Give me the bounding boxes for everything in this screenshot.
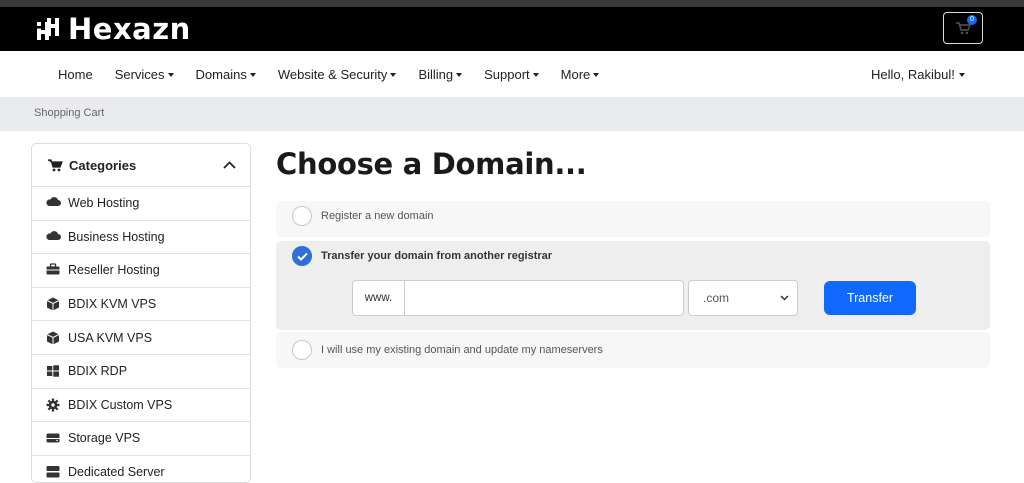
page-title: Choose a Domain...: [276, 147, 587, 181]
cog-icon: [46, 398, 60, 412]
sidebar-item-label: Web Hosting: [68, 196, 140, 211]
sidebar-item-label: USA KVM VPS: [68, 330, 153, 345]
sidebar-item-label: Reseller Hosting: [68, 263, 160, 278]
nav-item-label: Website & Security: [277, 66, 388, 82]
sidebar-item-label: Business Hosting: [68, 229, 165, 244]
chevron-down-icon: [593, 72, 600, 77]
nav-item-label: Support: [484, 66, 530, 82]
briefcase-icon: [46, 263, 60, 275]
nav-items: Home Services Domains Website & Security Bil…: [58, 51, 600, 97]
option-transfer-row[interactable]: Transfer your domain from another regist…: [276, 241, 990, 271]
nav-item-label: Domains: [195, 66, 247, 82]
site-header: Hexazn 0: [0, 7, 1024, 51]
sidebar-item-dedicated-server[interactable]: Dedicated Server: [32, 456, 250, 482]
sidebar-item-label: Dedicated Server: [68, 465, 165, 480]
www-prefix: www.: [352, 280, 404, 316]
categories-sidebar: Categories Web Hosting Business Hosting Re…: [31, 143, 251, 483]
cloud-icon: [46, 197, 61, 207]
tld-selected: .com: [703, 291, 730, 305]
shopping-cart-icon: [48, 158, 63, 171]
sidebar-item-reseller-hosting[interactable]: Reseller Hosting: [32, 254, 250, 288]
option-transfer[interactable]: Transfer your domain from another regist…: [276, 241, 990, 330]
top-strip: [0, 0, 1024, 7]
cube-icon: [46, 331, 60, 345]
sidebar-item-label: BDIX KVM VPS: [68, 297, 157, 312]
chevron-down-icon: [390, 72, 397, 77]
sidebar-item-bdix-rdp[interactable]: BDIX RDP: [32, 355, 250, 389]
transfer-form: www. .com Transfer: [352, 280, 916, 316]
sidebar-item-label: Storage VPS: [68, 431, 141, 446]
main-nav: Home Services Domains Website & Security Bil…: [0, 51, 1024, 97]
sidebar-item-label: BDIX RDP: [68, 364, 128, 379]
cloud-icon: [46, 231, 61, 240]
categories-header[interactable]: Categories: [32, 144, 250, 187]
brand-logo[interactable]: Hexazn: [32, 13, 191, 45]
chevron-down-icon: [167, 72, 174, 77]
nav-item-label: More: [560, 66, 591, 82]
nav-item-more[interactable]: More: [561, 67, 600, 82]
hexazn-logo-icon: [36, 18, 59, 40]
tld-select[interactable]: .com: [688, 280, 798, 316]
cart-count-badge: 0: [967, 15, 977, 25]
option-existing[interactable]: I will use my existing domain and update…: [276, 332, 990, 368]
nav-item-services[interactable]: Services: [115, 67, 174, 82]
nav-item-support[interactable]: Support: [484, 67, 539, 82]
nav-item-home[interactable]: Home: [58, 67, 93, 82]
transfer-radio[interactable]: [292, 246, 312, 266]
chevron-up-icon[interactable]: [223, 161, 236, 169]
chevron-down-icon: [532, 72, 539, 77]
sidebar-item-bdix-custom-vps[interactable]: BDIX Custom VPS: [32, 389, 250, 423]
hdd-icon: [46, 433, 60, 443]
windows-icon: [47, 365, 59, 377]
brand-name: Hexazn: [68, 12, 191, 46]
user-greeting: Hello, Rakibul!: [871, 66, 955, 82]
transfer-button[interactable]: Transfer: [824, 281, 916, 315]
domain-options: Register a new domain Transfer your doma…: [276, 201, 990, 368]
register-label: Register a new domain: [321, 209, 434, 222]
server-icon: [46, 466, 60, 478]
option-register-row[interactable]: Register a new domain: [276, 201, 990, 230]
nav-item-domains[interactable]: Domains: [196, 67, 256, 82]
sidebar-item-usa-kvm-vps[interactable]: USA KVM VPS: [32, 321, 250, 355]
nav-item-label: Billing: [418, 66, 454, 82]
option-existing-row[interactable]: I will use my existing domain and update…: [276, 332, 990, 368]
existing-radio[interactable]: [292, 340, 312, 360]
existing-label: I will use my existing domain and update…: [321, 344, 603, 356]
chevron-down-icon: [958, 72, 965, 77]
breadcrumb-bar: Shopping Cart: [0, 97, 1024, 131]
transfer-label: Transfer your domain from another regist…: [321, 250, 553, 262]
sidebar-item-bdix-kvm-vps[interactable]: BDIX KVM VPS: [32, 288, 250, 322]
nav-item-billing[interactable]: Billing: [418, 66, 463, 82]
main-content: Choose a Domain... Register a new domain…: [276, 143, 990, 368]
breadcrumb[interactable]: Shopping Cart: [34, 107, 104, 119]
sidebar-item-storage-vps[interactable]: Storage VPS: [32, 422, 250, 456]
sidebar-item-web-hosting[interactable]: Web Hosting: [32, 187, 250, 221]
categories-list: Web Hosting Business Hosting Reseller Host…: [32, 187, 250, 482]
chevron-down-icon: [780, 295, 789, 301]
user-menu[interactable]: Hello, Rakibul!: [871, 51, 965, 97]
nav-item-label: Home: [58, 66, 93, 82]
sidebar-item-label: BDIX Custom VPS: [68, 397, 173, 412]
nav-item-label: Services: [114, 66, 165, 82]
check-icon: [296, 252, 308, 261]
categories-title: Categories: [69, 157, 137, 173]
cart-button[interactable]: 0: [943, 12, 983, 44]
domain-input[interactable]: [404, 280, 684, 316]
chevron-down-icon: [456, 72, 463, 77]
cube-icon: [46, 297, 60, 311]
chevron-down-icon: [249, 72, 256, 77]
sidebar-item-business-hosting[interactable]: Business Hosting: [32, 221, 250, 255]
nav-item-website-security[interactable]: Website & Security: [278, 67, 397, 82]
register-radio[interactable]: [292, 205, 312, 226]
option-register[interactable]: Register a new domain: [276, 201, 990, 237]
